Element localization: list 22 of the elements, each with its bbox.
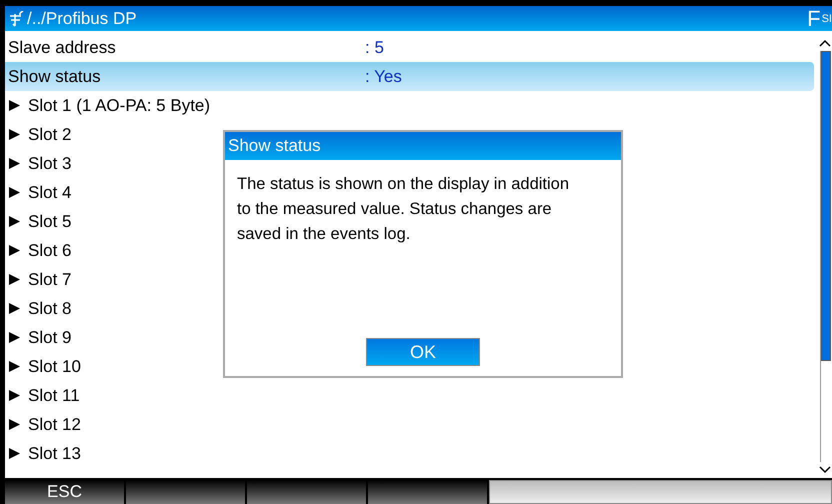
slot-label: Slot 12 — [28, 414, 81, 434]
slot-label: Slot 11 — [28, 386, 80, 406]
slot-label: Slot 3 — [28, 154, 72, 174]
slot-label: Slot 8 — [28, 298, 72, 318]
setting-label: Slave address — [8, 38, 116, 58]
dialog-title: Show status — [225, 132, 621, 160]
slot-label: Slot 5 — [28, 212, 72, 232]
breadcrumb-path: /../Profibus DP — [27, 8, 137, 28]
slot-label: Slot 7 — [28, 270, 72, 290]
slot-label: Slot 4 — [28, 182, 72, 202]
slot-label: Slot 10 — [28, 356, 81, 376]
dialog-message: The status is shown on the display in addition to the measured value. Status changes are saved in the events log. — [237, 174, 570, 245]
slot-label: Slot 9 — [28, 328, 72, 348]
brand-text: SI — [822, 12, 832, 24]
brand-letter: F — [807, 6, 821, 32]
setting-label: Show status — [8, 66, 101, 86]
setting-value: : Yes — [365, 66, 402, 86]
slot-label: Slot 2 — [28, 124, 72, 144]
slot-label: Slot 1 (1 AO-PA: 5 Byte) — [28, 96, 210, 116]
setting-value: : 5 — [365, 38, 384, 58]
slot-label: Slot 6 — [28, 240, 72, 260]
slot-label: Slot 13 — [28, 444, 81, 464]
